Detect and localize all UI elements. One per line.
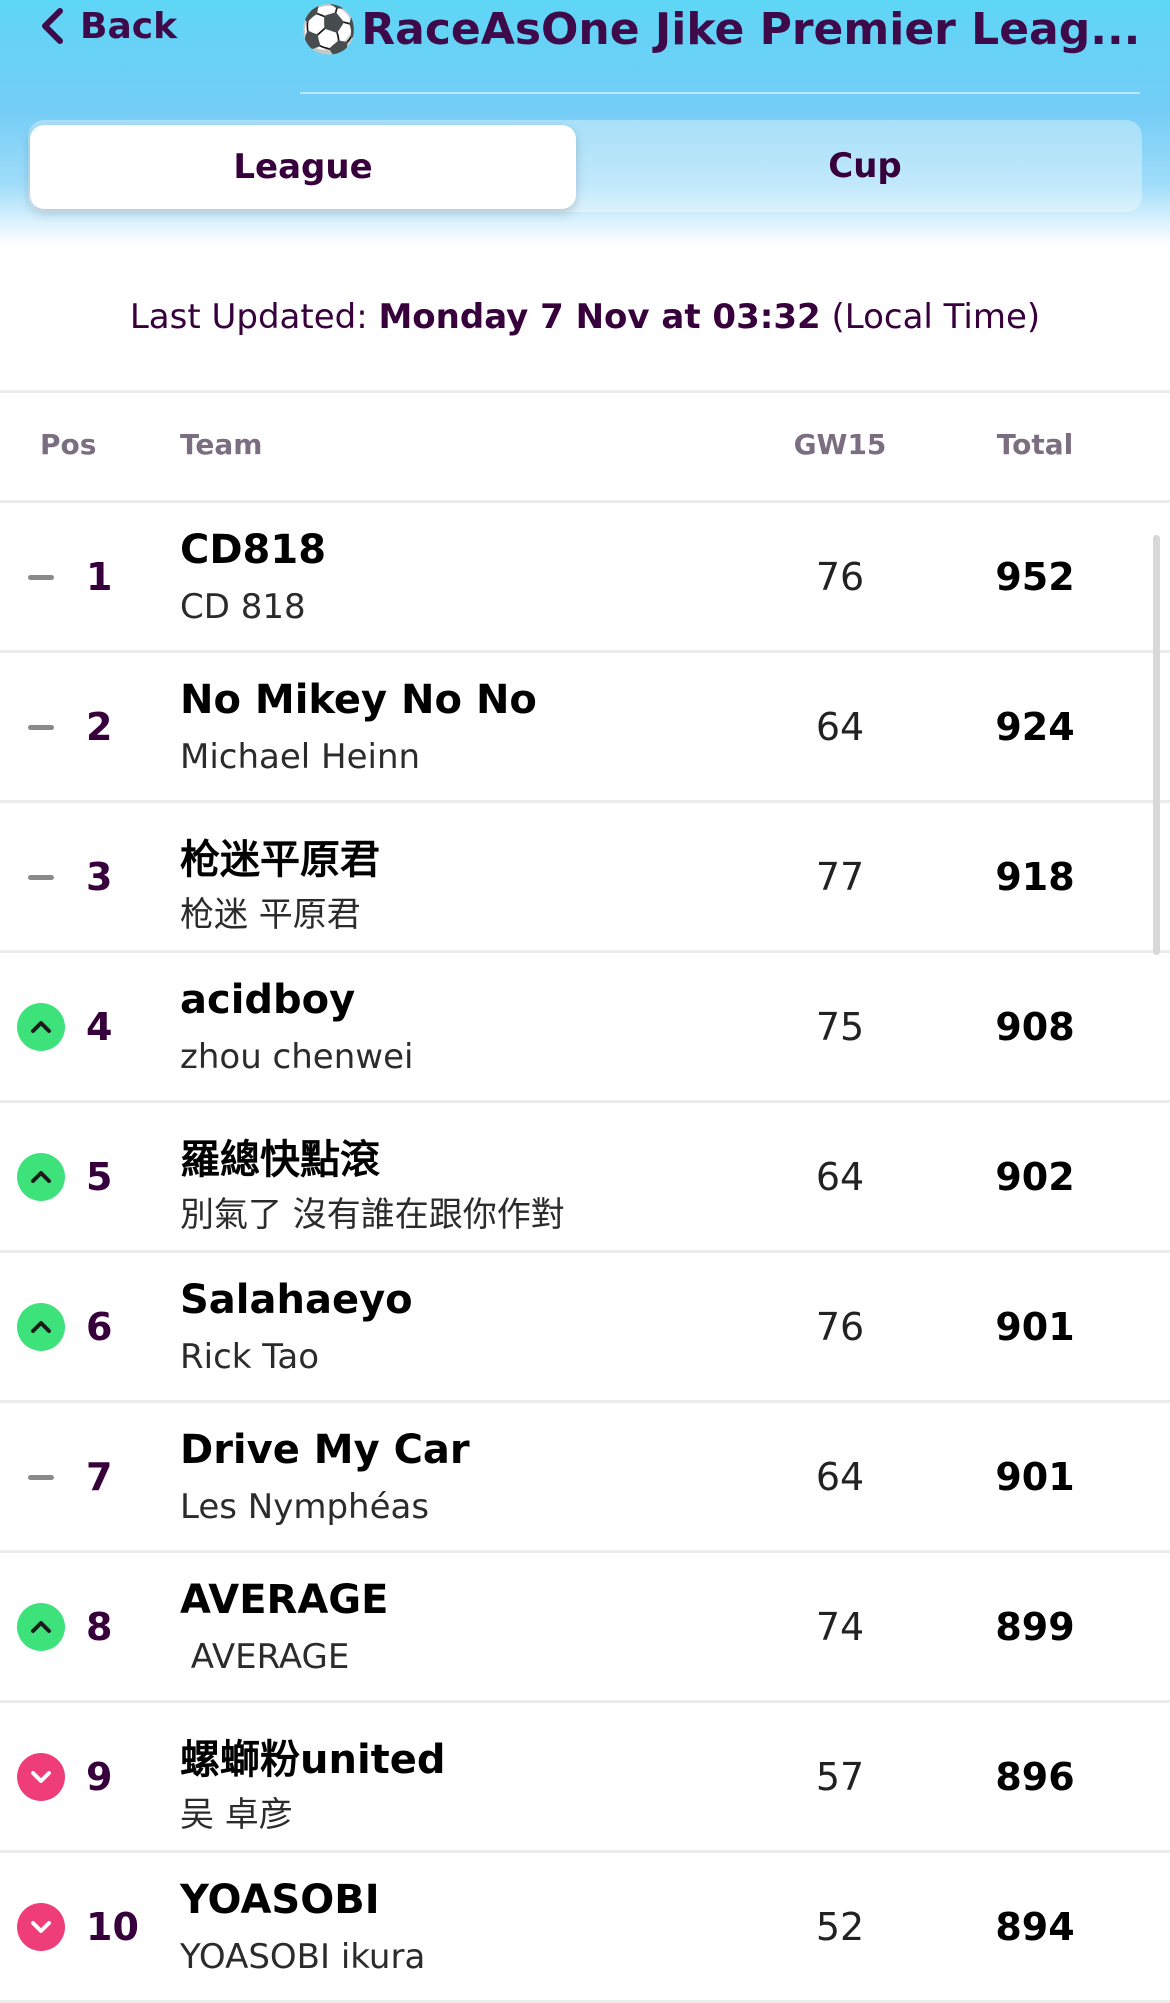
rank-up-icon bbox=[17, 1303, 65, 1351]
team-name: 羅總快點滾 bbox=[180, 1137, 380, 1183]
table-row[interactable]: 9 螺螄粉united 吴 卓彦 57 896 bbox=[0, 1703, 1170, 1853]
header: Back ⚽ RaceAsOne Jike Premier Leag... Le… bbox=[0, 0, 1170, 245]
table-row[interactable]: 3 枪迷平原君枪迷 平原君 77 918 bbox=[0, 803, 1170, 953]
manager-name: Les Nymphéas bbox=[180, 1487, 430, 1527]
gameweek-points: 76 bbox=[815, 1305, 865, 1349]
position: 4 bbox=[86, 1005, 113, 1049]
total-points: 896 bbox=[995, 1755, 1075, 1799]
gameweek-points: 57 bbox=[815, 1755, 865, 1799]
position: 2 bbox=[86, 705, 113, 749]
divider bbox=[0, 390, 1170, 393]
rank-down-icon bbox=[17, 1903, 65, 1951]
header-divider bbox=[300, 92, 1140, 94]
last-updated-suffix: (Local Time) bbox=[820, 297, 1041, 337]
gameweek-points: 64 bbox=[815, 1455, 865, 1499]
page-title: ⚽ RaceAsOne Jike Premier Leag... bbox=[300, 0, 1140, 58]
rank-same-icon bbox=[17, 1453, 65, 1501]
last-updated-prefix: Last Updated: bbox=[129, 297, 379, 337]
total-points: 952 bbox=[995, 555, 1075, 599]
gameweek-points: 76 bbox=[815, 555, 865, 599]
gameweek-points: 52 bbox=[815, 1905, 865, 1949]
tab-league-label: League bbox=[233, 147, 373, 187]
manager-name: AVERAGE bbox=[180, 1637, 350, 1677]
gameweek-points: 77 bbox=[815, 855, 865, 899]
gameweek-points: 74 bbox=[815, 1605, 865, 1649]
manager-name: YOASOBI ikura bbox=[180, 1937, 426, 1977]
scrollbar[interactable] bbox=[1153, 535, 1160, 955]
position: 10 bbox=[86, 1905, 139, 1949]
team-name: acidboy bbox=[180, 977, 356, 1023]
position: 9 bbox=[86, 1755, 113, 1799]
table-row[interactable]: 8 AVERAGE AVERAGE 74 899 bbox=[0, 1553, 1170, 1703]
page-title-text: RaceAsOne Jike Premier Leag... bbox=[361, 3, 1140, 55]
manager-name: CD 818 bbox=[180, 587, 306, 627]
team-name: No Mikey No No bbox=[180, 677, 537, 723]
team-name: Salahaeyo bbox=[180, 1277, 413, 1323]
rank-down-icon bbox=[17, 1753, 65, 1801]
team-name: 螺螄粉united bbox=[180, 1737, 446, 1783]
gameweek-points: 64 bbox=[815, 1155, 865, 1199]
total-points: 902 bbox=[995, 1155, 1075, 1199]
position: 1 bbox=[86, 555, 113, 599]
table-row[interactable]: 2 No Mikey No No Michael Heinn 64 924 bbox=[0, 653, 1170, 803]
rank-same-icon bbox=[17, 853, 65, 901]
rank-same-icon bbox=[17, 553, 65, 601]
table-row[interactable]: 10 YOASOBI YOASOBI ikura 52 894 bbox=[0, 1853, 1170, 2003]
team-name: Drive My Car bbox=[180, 1427, 470, 1473]
table-row[interactable]: 1 CD818 CD 818 76 952 bbox=[0, 503, 1170, 653]
table-row[interactable]: 6 Salahaeyo Rick Tao 76 901 bbox=[0, 1253, 1170, 1403]
manager-name: 吴 卓彦 bbox=[180, 1795, 293, 1835]
table-row[interactable]: 7 Drive My Car Les Nymphéas 64 901 bbox=[0, 1403, 1170, 1553]
top-bar: Back ⚽ RaceAsOne Jike Premier Leag... bbox=[0, 0, 1170, 58]
total-points: 899 bbox=[995, 1605, 1075, 1649]
tab-cup-label: Cup bbox=[828, 146, 902, 186]
rank-up-icon bbox=[17, 1153, 65, 1201]
column-header-total: Total bbox=[996, 428, 1074, 461]
manager-name: Michael Heinn bbox=[180, 737, 421, 777]
chevron-left-icon bbox=[42, 8, 63, 44]
tab-cup[interactable]: Cup bbox=[588, 120, 1142, 212]
team-name: CD818 bbox=[180, 527, 327, 573]
last-updated: Last Updated: Monday 7 Nov at 03:32 (Loc… bbox=[0, 297, 1170, 357]
team-name: AVERAGE bbox=[180, 1577, 389, 1623]
gameweek-points: 64 bbox=[815, 705, 865, 749]
back-label: Back bbox=[80, 5, 178, 47]
team-name: YOASOBI bbox=[180, 1877, 380, 1923]
table-row[interactable]: 4 acidboy zhou chenwei 75 908 bbox=[0, 953, 1170, 1103]
position: 5 bbox=[86, 1155, 113, 1199]
position: 7 bbox=[86, 1455, 113, 1499]
back-button[interactable]: Back bbox=[40, 2, 177, 50]
tab-bar: League Cup bbox=[28, 120, 1142, 212]
gameweek-points: 75 bbox=[815, 1005, 865, 1049]
column-header-gw: GW15 bbox=[793, 428, 887, 461]
position: 8 bbox=[86, 1605, 113, 1649]
position: 6 bbox=[86, 1305, 113, 1349]
position: 3 bbox=[86, 855, 113, 899]
manager-name: 別氣了 沒有誰在跟你作對 bbox=[180, 1195, 565, 1235]
total-points: 908 bbox=[995, 1005, 1075, 1049]
last-updated-datetime: Monday 7 Nov at 03:32 bbox=[378, 297, 821, 337]
manager-name: Rick Tao bbox=[180, 1337, 320, 1377]
tab-league[interactable]: League bbox=[30, 125, 576, 209]
football-icon: ⚽ bbox=[300, 1, 358, 56]
rank-same-icon bbox=[17, 703, 65, 751]
rank-up-icon bbox=[17, 1603, 65, 1651]
rank-up-icon bbox=[17, 1003, 65, 1051]
column-header-team: Team bbox=[180, 428, 263, 461]
total-points: 924 bbox=[995, 705, 1075, 749]
manager-name: zhou chenwei bbox=[180, 1037, 414, 1077]
total-points: 894 bbox=[995, 1905, 1075, 1949]
team-name: 枪迷平原君 bbox=[180, 837, 380, 883]
manager-name: 枪迷 平原君 bbox=[180, 895, 361, 935]
total-points: 918 bbox=[995, 855, 1075, 899]
table-row[interactable]: 5 羅總快點滾別氣了 沒有誰在跟你作對 64 902 bbox=[0, 1103, 1170, 1253]
total-points: 901 bbox=[995, 1455, 1075, 1499]
total-points: 901 bbox=[995, 1305, 1075, 1349]
column-header-pos: Pos bbox=[40, 428, 97, 461]
